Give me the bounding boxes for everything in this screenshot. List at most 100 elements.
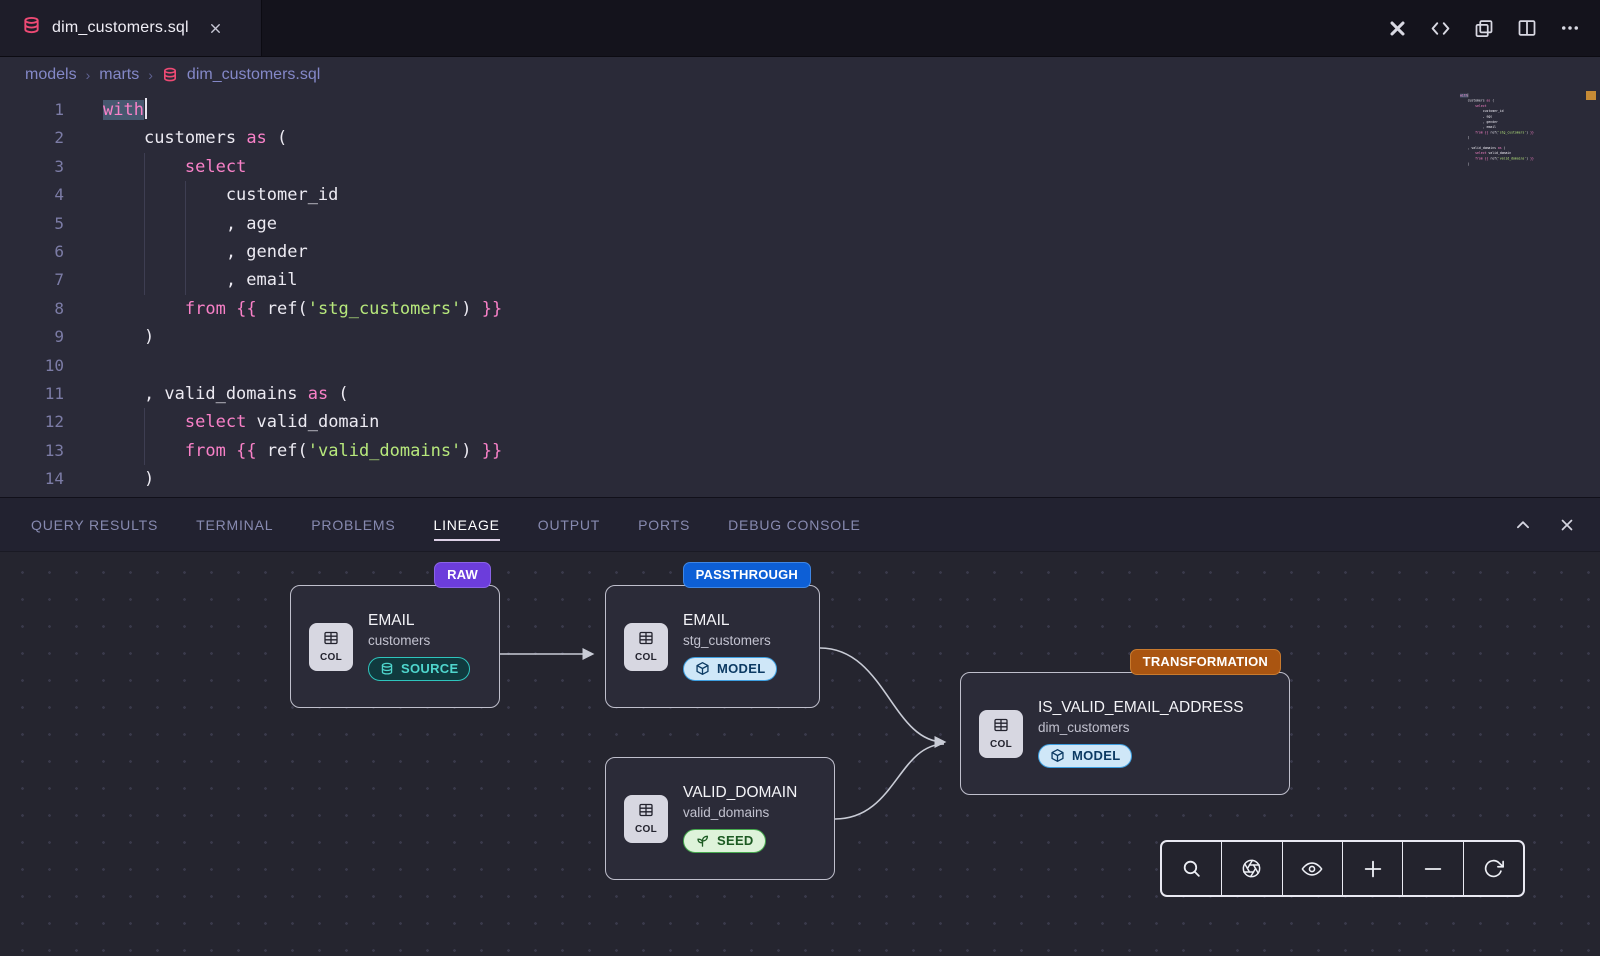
resource-badge-seed: SEED xyxy=(683,829,766,853)
code-token: customer_id xyxy=(1460,109,1504,113)
panel-tab-debug-console[interactable]: DEBUG CONSOLE xyxy=(728,509,861,541)
code-line-14[interactable]: ) xyxy=(103,465,502,493)
code-token: ) xyxy=(1460,136,1469,140)
table-name: dim_customers xyxy=(1038,720,1244,735)
code-token: from xyxy=(1475,131,1483,135)
editor-tab-dim-customers[interactable]: dim_customers.sql xyxy=(0,0,262,56)
chevron-right-icon: › xyxy=(148,67,153,83)
code-token xyxy=(1460,152,1475,156)
database-icon xyxy=(22,16,41,40)
code-line-4[interactable]: customer_id xyxy=(103,181,502,209)
lineage-toolbar xyxy=(1160,840,1525,897)
code-token: ( xyxy=(267,128,287,148)
dbt-logo-icon[interactable] xyxy=(1388,19,1407,38)
close-panel-icon[interactable] xyxy=(1558,516,1576,534)
collapse-panel-icon[interactable] xyxy=(1514,516,1532,534)
line-number: 7 xyxy=(0,266,64,294)
more-actions-icon[interactable] xyxy=(1560,18,1580,38)
breadcrumb-item-file[interactable]: dim_customers.sql xyxy=(187,66,320,84)
database-icon xyxy=(380,662,394,676)
code-token xyxy=(226,441,236,461)
code-line-1[interactable]: with xyxy=(103,96,502,124)
scrollbar-decoration xyxy=(1586,91,1596,100)
chip-label: COL xyxy=(635,824,657,835)
code-line-13[interactable]: from {{ ref('valid_domains') }} xyxy=(103,437,502,465)
zoom-in-icon[interactable] xyxy=(1343,842,1403,895)
code-token: ref( xyxy=(257,441,308,461)
code-token: , valid_domains xyxy=(1460,146,1498,150)
code-token: ( xyxy=(1502,146,1506,150)
code-line-6[interactable]: , gender xyxy=(103,238,502,266)
refresh-icon[interactable] xyxy=(1464,842,1523,895)
code-line-2[interactable]: customers as ( xyxy=(103,124,502,152)
code-line-3[interactable]: select xyxy=(103,153,502,181)
code-line-7[interactable]: , email xyxy=(103,266,502,294)
column-name: EMAIL xyxy=(368,612,470,630)
code-token xyxy=(103,299,185,319)
code-editor[interactable]: 123456789101112131415 with customers as … xyxy=(0,91,1600,497)
panel-tab-query-results[interactable]: QUERY RESULTS xyxy=(31,509,158,541)
code-icon[interactable] xyxy=(1430,18,1451,39)
code-token: }} xyxy=(1530,131,1534,135)
code-token: ) xyxy=(461,441,481,461)
line-number: 6 xyxy=(0,238,64,266)
panel-tab-output[interactable]: OUTPUT xyxy=(538,509,600,541)
close-tab-icon[interactable] xyxy=(208,21,223,36)
aperture-icon[interactable] xyxy=(1222,842,1282,895)
code-line-12[interactable]: select valid_domain xyxy=(103,408,502,436)
code-token: , gender xyxy=(1460,120,1498,124)
lineage-node-customers[interactable]: RAWCOLEMAILcustomersSOURCE xyxy=(290,585,500,708)
line-number: 14 xyxy=(0,465,64,493)
eye-icon[interactable] xyxy=(1283,842,1343,895)
code-token xyxy=(1460,157,1475,161)
panel-tab-bar: QUERY RESULTS TERMINAL PROBLEMS LINEAGE OUTP… xyxy=(0,497,1600,552)
code-token: ( xyxy=(1490,99,1494,103)
lineage-node-stg_customers[interactable]: PASSTHROUGHCOLEMAILstg_customersMODEL xyxy=(605,585,820,708)
lineage-tag-transformation: TRANSFORMATION xyxy=(1130,649,1281,675)
code-line-11[interactable]: , valid_domains as ( xyxy=(103,380,502,408)
editor-code: with customers as ( select customer_id ,… xyxy=(103,96,502,497)
code-line-15[interactable] xyxy=(1460,167,1483,172)
lineage-canvas[interactable]: RAWCOLEMAILcustomersSOURCEPASSTHROUGHCOL… xyxy=(0,552,1600,956)
code-token: as xyxy=(246,128,266,148)
code-token: ref( xyxy=(1488,157,1497,161)
panel-tab-problems[interactable]: PROBLEMS xyxy=(311,509,395,541)
line-number: 13 xyxy=(0,437,64,465)
panel-tab-ports[interactable]: PORTS xyxy=(638,509,690,541)
minimap[interactable]: with customers as ( select customer_id ,… xyxy=(1460,93,1582,181)
breadcrumb-item-marts[interactable]: marts xyxy=(99,66,139,84)
code-token: ) xyxy=(1460,162,1469,166)
copy-icon[interactable] xyxy=(1474,18,1494,38)
breadcrumb-item-models[interactable]: models xyxy=(25,66,77,84)
code-token: ref( xyxy=(257,299,308,319)
lineage-node-valid_domains[interactable]: COLVALID_DOMAINvalid_domainsSEED xyxy=(605,757,835,880)
code-line-5[interactable]: , age xyxy=(103,210,502,238)
code-token: , gender xyxy=(103,242,308,262)
code-token: select xyxy=(185,412,246,432)
code-token xyxy=(1460,131,1475,135)
editor-gutter: 123456789101112131415 xyxy=(0,96,64,497)
code-line-9[interactable]: ) xyxy=(103,323,502,351)
code-token xyxy=(103,412,185,432)
table-grid-icon xyxy=(638,630,654,651)
lineage-node-dim_customers[interactable]: TRANSFORMATIONCOLIS_VALID_EMAIL_ADDRESSd… xyxy=(960,672,1290,795)
table-name: customers xyxy=(368,633,470,648)
code-token: {{ xyxy=(236,299,256,319)
code-token: , email xyxy=(103,270,297,290)
code-token: , age xyxy=(1460,115,1492,119)
text-cursor xyxy=(145,98,147,119)
split-editor-icon[interactable] xyxy=(1517,18,1537,38)
panel-tab-lineage[interactable]: LINEAGE xyxy=(434,509,500,541)
code-token xyxy=(1460,99,1468,103)
panel-tab-terminal[interactable]: TERMINAL xyxy=(196,509,273,541)
code-line-8[interactable]: from {{ ref('stg_customers') }} xyxy=(103,295,502,323)
code-token: customers xyxy=(1468,99,1487,103)
code-token: }} xyxy=(1530,157,1534,161)
editor-tab-bar: dim_customers.sql xyxy=(0,0,1600,57)
table-name: valid_domains xyxy=(683,805,797,820)
code-token: with xyxy=(103,100,144,120)
search-icon[interactable] xyxy=(1162,842,1222,895)
zoom-out-icon[interactable] xyxy=(1403,842,1463,895)
code-line-10[interactable] xyxy=(103,352,502,380)
code-token: valid_domain xyxy=(246,412,379,432)
